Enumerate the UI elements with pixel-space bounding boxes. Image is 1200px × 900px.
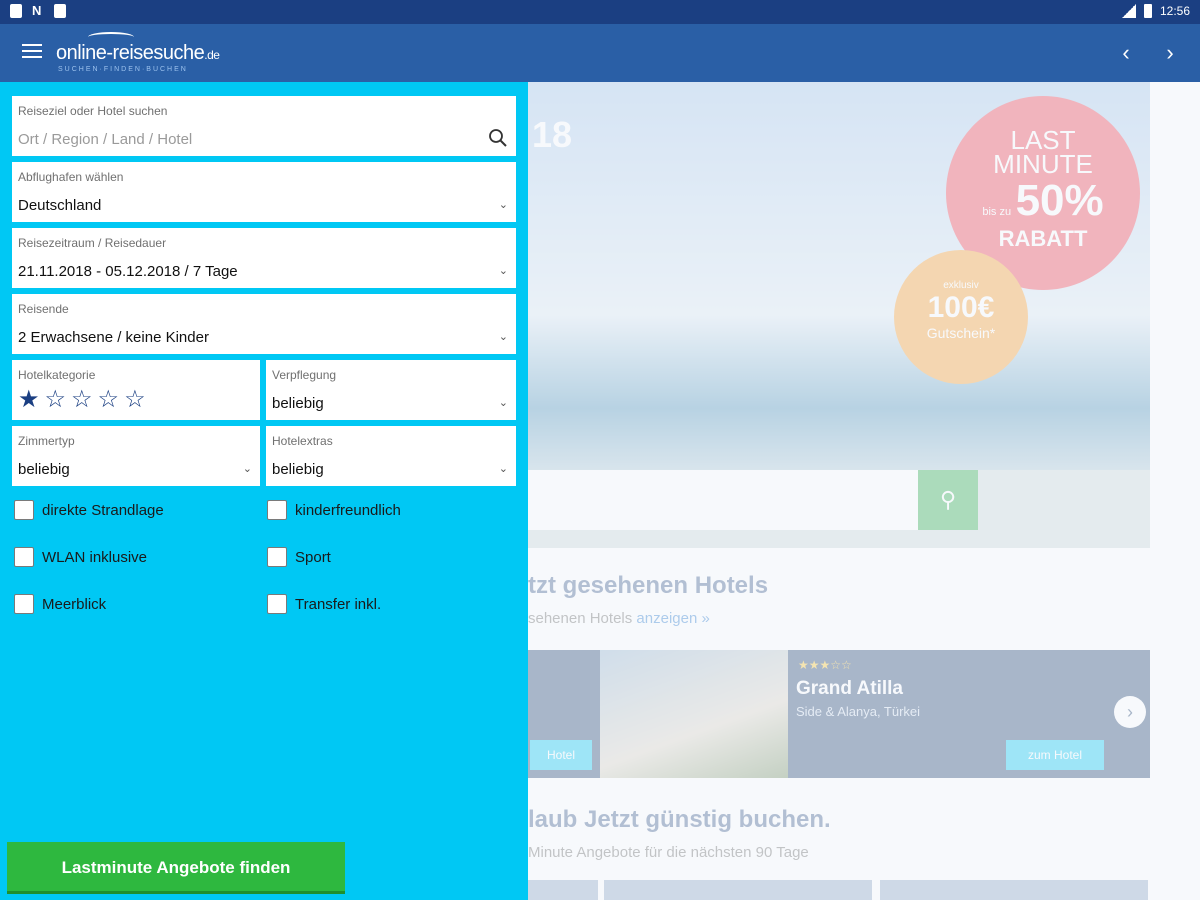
logo[interactable]: online-reisesuche.de bbox=[56, 42, 220, 65]
menu-icon[interactable] bbox=[22, 44, 42, 60]
checkbox-beach[interactable]: direkte Strandlage bbox=[14, 500, 164, 520]
chevron-down-icon: ⌄ bbox=[498, 265, 508, 277]
plane-logo-icon bbox=[88, 32, 134, 42]
hotel-extras-value: beliebig bbox=[272, 461, 324, 478]
checkbox-label: kinderfreundlich bbox=[295, 501, 401, 519]
chevron-down-icon: ⌄ bbox=[498, 199, 508, 211]
checkbox-box[interactable] bbox=[14, 500, 34, 520]
checkbox-label: Meerblick bbox=[42, 595, 107, 613]
checkbox-label: Transfer inkl. bbox=[295, 595, 382, 613]
checkbox-wifi[interactable]: WLAN inklusive bbox=[14, 547, 147, 567]
chevron-down-icon: ⌄ bbox=[498, 463, 508, 475]
page-content: 18 LAST MINUTE bis zu 50% RABATT exklusiv… bbox=[528, 82, 1200, 900]
destination-input[interactable]: Ort / Region / Land / Hotel bbox=[18, 131, 192, 148]
hero-search: ⚲ bbox=[528, 470, 1150, 548]
hotel-left-button: Hotel bbox=[530, 740, 592, 770]
logo-tagline: SUCHEN·FINDEN·BUCHEN bbox=[58, 66, 188, 73]
room-type-value: beliebig bbox=[18, 461, 70, 478]
signal-icon bbox=[1121, 4, 1136, 18]
app-bar: online-reisesuche.de SUCHEN·FINDEN·BUCHE… bbox=[0, 24, 1200, 82]
hotel-category-field: Hotelkategorie ★ ☆ ☆ ☆ ☆ bbox=[12, 360, 260, 420]
star-outline-icon[interactable]: ☆ bbox=[124, 388, 146, 412]
offer-thumb bbox=[528, 880, 598, 900]
search-icon: ⚲ bbox=[918, 470, 978, 530]
clock: 12:56 bbox=[1159, 4, 1190, 18]
room-type-select[interactable]: Zimmertyp beliebig ⌄ bbox=[12, 426, 260, 486]
checkbox-box[interactable] bbox=[14, 594, 34, 614]
chevron-down-icon: ⌄ bbox=[498, 397, 508, 409]
checkbox-box[interactable] bbox=[267, 547, 287, 567]
hotel-image bbox=[600, 650, 788, 778]
star-filled-icon[interactable]: ★ bbox=[18, 388, 40, 412]
offer-thumb bbox=[604, 880, 872, 900]
hotel-location: Side & Alanya, Türkei bbox=[796, 704, 921, 719]
recent-hotels-sub: sehenen Hotels anzeigen » bbox=[528, 610, 710, 627]
hotel-name: Grand Atilla bbox=[796, 678, 903, 699]
chevron-right-icon: › bbox=[1114, 696, 1146, 728]
status-bar: N 12:56 bbox=[0, 0, 1200, 24]
star-outline-icon[interactable]: ☆ bbox=[98, 388, 120, 412]
chevron-right-icon[interactable]: › bbox=[1158, 40, 1182, 66]
checkbox-box[interactable] bbox=[14, 547, 34, 567]
search-icon[interactable] bbox=[488, 128, 508, 148]
travel-period-value: 21.11.2018 - 05.12.2018 / 7 Tage bbox=[18, 263, 238, 280]
checkbox-seaview[interactable]: Meerblick bbox=[14, 594, 106, 614]
airport-select[interactable]: Abflughafen wählen Deutschland ⌄ bbox=[12, 162, 516, 222]
voucher-badge: exklusiv 100€ Gutschein* bbox=[894, 250, 1028, 384]
checkbox-sport[interactable]: Sport bbox=[267, 547, 331, 567]
hotel-card: Hotel ★★★☆☆ Grand Atilla Side & Alanya, … bbox=[528, 650, 1150, 778]
sim-icon bbox=[10, 4, 22, 18]
travelers-value: 2 Erwachsene / keine Kinder bbox=[18, 329, 209, 346]
board-label: Verpflegung bbox=[272, 368, 337, 382]
room-type-label: Zimmertyp bbox=[18, 434, 75, 448]
travel-period-label: Reisezeitraum / Reisedauer bbox=[18, 236, 167, 250]
checkbox-label: Sport bbox=[295, 548, 331, 566]
hotel-stars: ★★★☆☆ bbox=[798, 658, 852, 672]
battery-icon bbox=[1143, 4, 1152, 18]
board-select[interactable]: Verpflegung beliebig ⌄ bbox=[266, 360, 516, 420]
offers-title: laub Jetzt günstig buchen. bbox=[528, 806, 831, 833]
hotel-button: zum Hotel bbox=[1006, 740, 1104, 770]
checkbox-label: direkte Strandlage bbox=[42, 501, 164, 519]
recent-hotels-title: tzt gesehenen Hotels bbox=[528, 572, 769, 599]
offer-thumb bbox=[880, 880, 1148, 900]
hero-year: 18 bbox=[532, 114, 573, 155]
travelers-select[interactable]: Reisende 2 Erwachsene / keine Kinder ⌄ bbox=[12, 294, 516, 354]
airport-value: Deutschland bbox=[18, 197, 102, 214]
hotel-extras-select[interactable]: Hotelextras beliebig ⌄ bbox=[266, 426, 516, 486]
checkbox-family[interactable]: kinderfreundlich bbox=[267, 500, 401, 520]
chevron-down-icon: ⌄ bbox=[242, 463, 252, 475]
hotel-extras-label: Hotelextras bbox=[272, 434, 333, 448]
chevron-left-icon[interactable]: ‹ bbox=[1114, 40, 1138, 66]
star-rating[interactable]: ★ ☆ ☆ ☆ ☆ bbox=[18, 388, 146, 412]
travelers-label: Reisende bbox=[18, 302, 69, 316]
board-value: beliebig bbox=[272, 395, 324, 412]
star-outline-icon[interactable]: ☆ bbox=[71, 388, 93, 412]
checkbox-label: WLAN inklusive bbox=[42, 548, 148, 566]
find-offers-button[interactable]: Lastminute Angebote finden bbox=[7, 842, 345, 894]
star-outline-icon[interactable]: ☆ bbox=[45, 388, 67, 412]
destination-label: Reiseziel oder Hotel suchen bbox=[18, 104, 168, 118]
offers-sub: Minute Angebote für die nächsten 90 Tage bbox=[528, 844, 809, 861]
hotel-category-label: Hotelkategorie bbox=[18, 368, 96, 382]
hero-banner: 18 LAST MINUTE bis zu 50% RABATT exklusiv… bbox=[528, 82, 1150, 548]
chevron-down-icon: ⌄ bbox=[498, 331, 508, 343]
search-drawer: Reiseziel oder Hotel suchen Ort / Region… bbox=[0, 82, 528, 900]
airport-label: Abflughafen wählen bbox=[18, 170, 124, 184]
destination-field[interactable]: Reiseziel oder Hotel suchen Ort / Region… bbox=[12, 96, 516, 156]
nfc-icon: N bbox=[32, 3, 42, 18]
checkbox-transfer[interactable]: Transfer inkl. bbox=[267, 594, 381, 614]
travel-period-select[interactable]: Reisezeitraum / Reisedauer 21.11.2018 - … bbox=[12, 228, 516, 288]
checkbox-box[interactable] bbox=[267, 594, 287, 614]
notification-icon bbox=[54, 4, 66, 18]
checkbox-box[interactable] bbox=[267, 500, 287, 520]
hero-search-input bbox=[528, 470, 918, 530]
